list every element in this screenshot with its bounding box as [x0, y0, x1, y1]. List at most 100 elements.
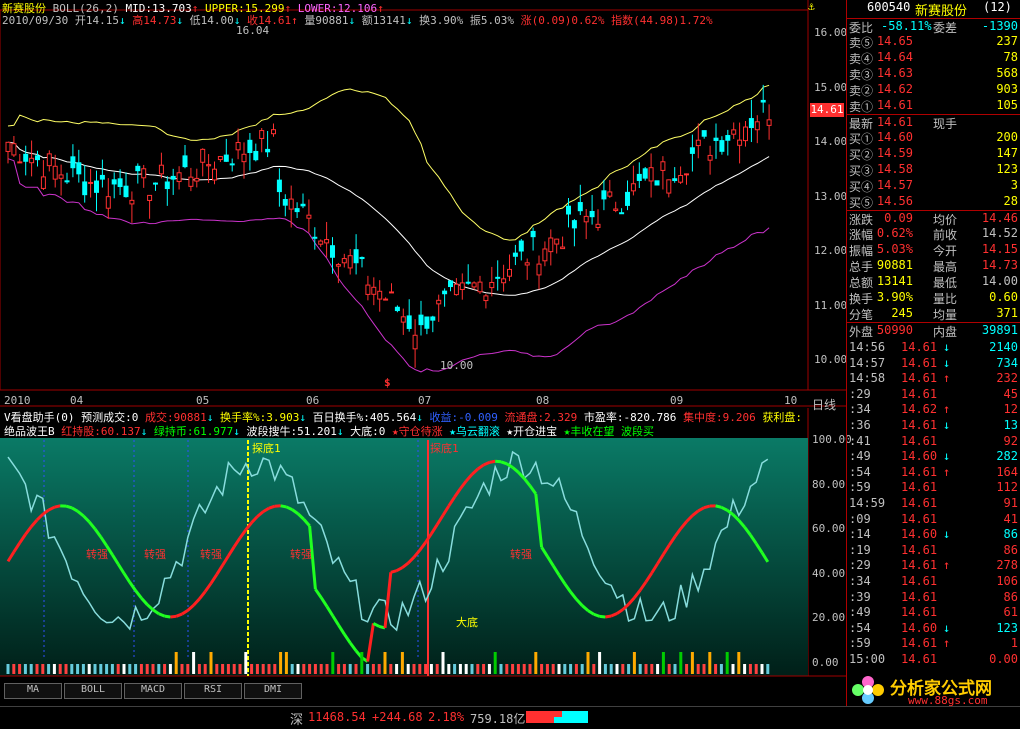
- tick-volume: 86: [1004, 590, 1018, 604]
- candle-body: [136, 166, 140, 170]
- chart-canvas[interactable]: [0, 0, 846, 706]
- ask-level-label: 卖②: [849, 82, 873, 99]
- signal-bar: [302, 664, 305, 674]
- candle-body: [18, 162, 22, 163]
- probe-bottom-label-1: 探底1: [252, 440, 281, 456]
- candle-body: [100, 175, 104, 179]
- candle-body: [749, 119, 753, 128]
- tab-dmi[interactable]: DMI: [244, 683, 302, 699]
- signal-bar: [117, 664, 120, 674]
- candle-body: [537, 264, 541, 275]
- signal-bar: [111, 664, 114, 674]
- tick-row[interactable]: :0914.6141: [847, 512, 1020, 528]
- signal-bar: [430, 664, 433, 674]
- ask-level: 卖①14.61105: [847, 98, 1020, 114]
- tick-row[interactable]: :3914.6186: [847, 590, 1020, 606]
- time-axis-label: 09: [670, 394, 683, 407]
- tick-time: 14:57: [849, 356, 885, 370]
- tick-row[interactable]: :4114.6192: [847, 434, 1020, 450]
- bid-level: 买②14.59147: [847, 146, 1020, 162]
- price-axis-label: 11.00: [814, 299, 847, 312]
- market-index: 11468.54: [308, 710, 366, 724]
- oscillator-segment: [501, 462, 507, 464]
- candle-body: [531, 231, 535, 236]
- tick-row[interactable]: :3614.61↓13: [847, 418, 1020, 434]
- signal-bar: [679, 652, 682, 674]
- tick-time: :34: [849, 574, 871, 588]
- tick-row[interactable]: 14:5714.61↓734: [847, 356, 1020, 372]
- candle-body: [331, 246, 335, 258]
- bid-level-value: 14.58: [877, 162, 913, 176]
- tab-boll[interactable]: BOLL: [64, 683, 122, 699]
- signal-bar: [53, 664, 56, 674]
- ask-level-label: 卖④: [849, 50, 873, 67]
- tick-direction: ↓: [943, 418, 950, 432]
- tab-rsi[interactable]: RSI: [184, 683, 242, 699]
- candle-body: [437, 300, 441, 304]
- tick-price: 14.61: [901, 387, 937, 401]
- candle-body: [667, 180, 671, 193]
- candle-body: [224, 155, 228, 161]
- tick-price: 14.61: [901, 605, 937, 619]
- candle-body: [384, 299, 388, 300]
- stat-row-value2: 14.15: [982, 242, 1018, 256]
- main-chart-area[interactable]: 新赛股份 BOLL(26,2) MID:13.703↑ UPPER:15.299…: [0, 0, 846, 706]
- signal-bar: [604, 664, 607, 674]
- tick-price: 14.62: [901, 402, 937, 416]
- signal-bar: [581, 664, 584, 674]
- red-holding: 红持股:60.137: [61, 425, 140, 438]
- signal-bar: [175, 652, 178, 674]
- tick-row[interactable]: :2914.61↑278: [847, 558, 1020, 574]
- sub-axis-label: 80.00: [812, 478, 845, 491]
- tick-row[interactable]: :5914.61112: [847, 480, 1020, 496]
- signal-bar: [442, 652, 445, 674]
- tick-price: 14.61: [901, 543, 937, 557]
- signal-bar: [82, 664, 85, 674]
- time-axis-label: 07: [418, 394, 431, 407]
- candle-body: [165, 182, 169, 189]
- stock-code: 600540: [867, 0, 910, 14]
- tick-row[interactable]: :5914.61↑1: [847, 636, 1020, 652]
- stat-row-value: 245: [891, 306, 913, 320]
- tick-row[interactable]: :3414.61106: [847, 574, 1020, 590]
- tick-time: :54: [849, 621, 871, 635]
- tick-volume: 164: [996, 465, 1018, 479]
- signal-bar: [291, 664, 294, 674]
- tick-volume: 92: [1004, 434, 1018, 448]
- candle-body: [508, 269, 512, 276]
- ask-level-value: 14.61: [877, 98, 913, 112]
- candle-body: [460, 283, 464, 290]
- signal-bar: [134, 664, 137, 674]
- tick-row[interactable]: :1414.60↓86: [847, 527, 1020, 543]
- tick-row[interactable]: :5414.60↓123: [847, 621, 1020, 637]
- tick-direction: ↓: [943, 449, 950, 463]
- tick-row[interactable]: 14:5614.61↓2140: [847, 340, 1020, 356]
- tick-row[interactable]: :5414.61↑164: [847, 465, 1020, 481]
- candle-body: [106, 197, 110, 209]
- signal-bar: [621, 664, 624, 674]
- tick-row[interactable]: :1914.6186: [847, 543, 1020, 559]
- candle-body: [366, 285, 370, 294]
- tick-row[interactable]: :4914.6161: [847, 605, 1020, 621]
- tick-row[interactable]: :3414.62↑12: [847, 402, 1020, 418]
- candle-body: [708, 155, 712, 160]
- tick-row[interactable]: :2914.6145: [847, 387, 1020, 403]
- signal-bar: [743, 664, 746, 674]
- tab-macd[interactable]: MACD: [124, 683, 182, 699]
- cloud-signal: 乌云翻滚: [456, 425, 500, 438]
- tick-row[interactable]: 14:5914.6191: [847, 496, 1020, 512]
- market-change: +244.68: [372, 710, 423, 724]
- period-label[interactable]: 日线: [812, 396, 836, 413]
- tick-row[interactable]: 15:0014.610.00: [847, 652, 1020, 668]
- signal-bar: [65, 664, 68, 674]
- tab-ma[interactable]: MA: [4, 683, 62, 699]
- tick-volume: 232: [996, 371, 1018, 385]
- candle-body: [567, 206, 571, 214]
- tick-time: 14:58: [849, 371, 885, 385]
- candle-body: [342, 259, 346, 263]
- candle-body: [702, 131, 706, 137]
- tick-row[interactable]: :4914.60↓282: [847, 449, 1020, 465]
- turn-strong-label-5: 转强: [510, 546, 532, 562]
- market-amount: 759.18亿: [470, 710, 525, 727]
- tick-row[interactable]: 14:5814.61↑232: [847, 371, 1020, 387]
